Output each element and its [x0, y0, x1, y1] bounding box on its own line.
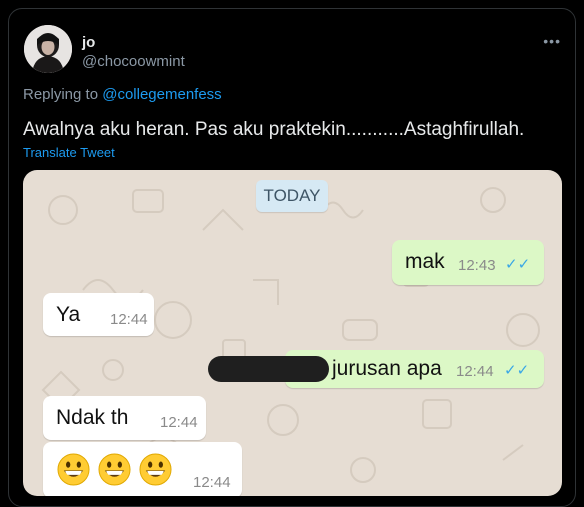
outgoing-message[interactable]: mak 12:43 ✓✓ [392, 240, 544, 285]
double-check-read-icon: ✓✓ [505, 256, 531, 273]
incoming-message[interactable]: Ya 12:44 [43, 293, 154, 336]
message-text: Ya [56, 303, 81, 326]
profile-photo [24, 25, 72, 73]
grinning-face-emoji-icon [98, 453, 131, 486]
tweet-text: Awalnya aku heran. Pas aku praktekin....… [23, 119, 525, 140]
message-text: Ndak th [56, 406, 129, 429]
replying-prefix: Replying to [23, 86, 103, 103]
more-options-icon[interactable]: ••• [543, 33, 561, 49]
tweet-media-image[interactable]: TODAY mak 12:43 ✓✓ Ya 12:44 jurusan apa … [23, 170, 562, 496]
display-name[interactable]: jo [82, 34, 95, 51]
message-time: 12:44 [110, 311, 148, 328]
double-check-read-icon: ✓✓ [504, 362, 530, 379]
message-time: 12:44 [160, 414, 198, 431]
message-time: 12:44 [456, 363, 494, 380]
incoming-message[interactable]: Ndak th 12:44 [43, 396, 206, 440]
user-handle[interactable]: @chocoowmint [82, 53, 185, 70]
incoming-message[interactable]: 12:44 [43, 442, 242, 496]
redaction-bar [208, 356, 329, 382]
translate-tweet-link[interactable]: Translate Tweet [23, 145, 115, 160]
tweet-card[interactable]: jo @chocoowmint ••• Replying to @college… [8, 8, 576, 507]
message-text: jurusan apa [332, 357, 442, 380]
grinning-face-emoji-icon [139, 453, 172, 486]
avatar[interactable] [24, 25, 72, 73]
reply-mention-link[interactable]: @collegemenfess [102, 86, 221, 103]
message-time: 12:43 [458, 257, 496, 274]
grinning-face-emoji-icon [57, 453, 90, 486]
message-time: 12:44 [193, 474, 231, 491]
date-divider: TODAY [256, 180, 328, 212]
replying-to: Replying to @collegemenfess [23, 86, 222, 103]
message-text: mak [405, 250, 445, 273]
